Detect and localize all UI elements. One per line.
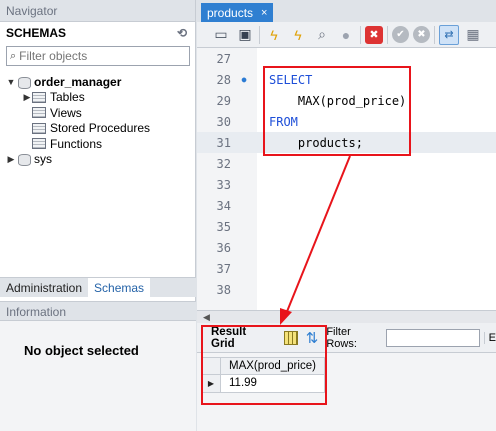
workbench-window: Navigator SCHEMAS ⟲ ⌕ ▼ order_manager ▶ … xyxy=(0,0,496,431)
annotation-arrow-icon xyxy=(280,155,351,325)
